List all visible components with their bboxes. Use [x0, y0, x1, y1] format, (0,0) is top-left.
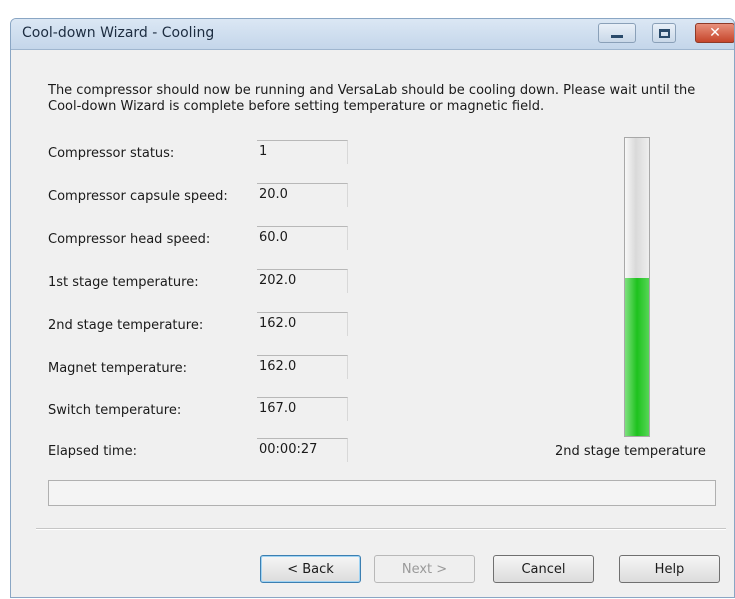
close-icon: ✕: [709, 25, 721, 41]
minimize-button[interactable]: [598, 23, 636, 43]
elapsed-time-value: 00:00:27: [257, 438, 348, 462]
magnet-temperature-label: Magnet temperature:: [48, 361, 187, 376]
compressor-status-label: Compressor status:: [48, 146, 175, 161]
window-title: Cool-down Wizard - Cooling: [22, 25, 215, 41]
gauge-fill: [625, 278, 649, 436]
compressor-head-speed-label: Compressor head speed:: [48, 232, 211, 247]
compressor-head-speed-value: 60.0: [257, 226, 348, 250]
next-button[interactable]: Next >: [374, 555, 475, 583]
back-button[interactable]: < Back: [260, 555, 361, 583]
maximize-button[interactable]: [652, 23, 676, 43]
cancel-button[interactable]: Cancel: [493, 555, 594, 583]
first-stage-temperature-value: 202.0: [257, 269, 348, 293]
compressor-status-value: 1: [257, 140, 348, 164]
title-bar: Cool-down Wizard - Cooling ✕: [11, 19, 734, 50]
cooldown-wizard-window: Cool-down Wizard - Cooling ✕ The compres…: [10, 18, 735, 598]
switch-temperature-label: Switch temperature:: [48, 403, 182, 418]
gauge-label: 2nd stage temperature: [555, 444, 706, 459]
second-stage-temperature-gauge: [624, 137, 650, 437]
divider: [36, 528, 726, 530]
second-stage-temperature-label: 2nd stage temperature:: [48, 318, 204, 333]
magnet-temperature-value: 162.0: [257, 355, 348, 379]
first-stage-temperature-label: 1st stage temperature:: [48, 275, 199, 290]
instructions-text: The compressor should now be running and…: [48, 83, 696, 114]
status-bar: [48, 480, 716, 506]
maximize-icon: [658, 28, 670, 38]
minimize-icon: [611, 34, 623, 38]
switch-temperature-value: 167.0: [257, 397, 348, 421]
help-button[interactable]: Help: [619, 555, 720, 583]
second-stage-temperature-value: 162.0: [257, 312, 348, 336]
close-button[interactable]: ✕: [695, 23, 734, 43]
compressor-capsule-speed-label: Compressor capsule speed:: [48, 189, 228, 204]
elapsed-time-label: Elapsed time:: [48, 444, 137, 459]
compressor-capsule-speed-value: 20.0: [257, 183, 348, 207]
